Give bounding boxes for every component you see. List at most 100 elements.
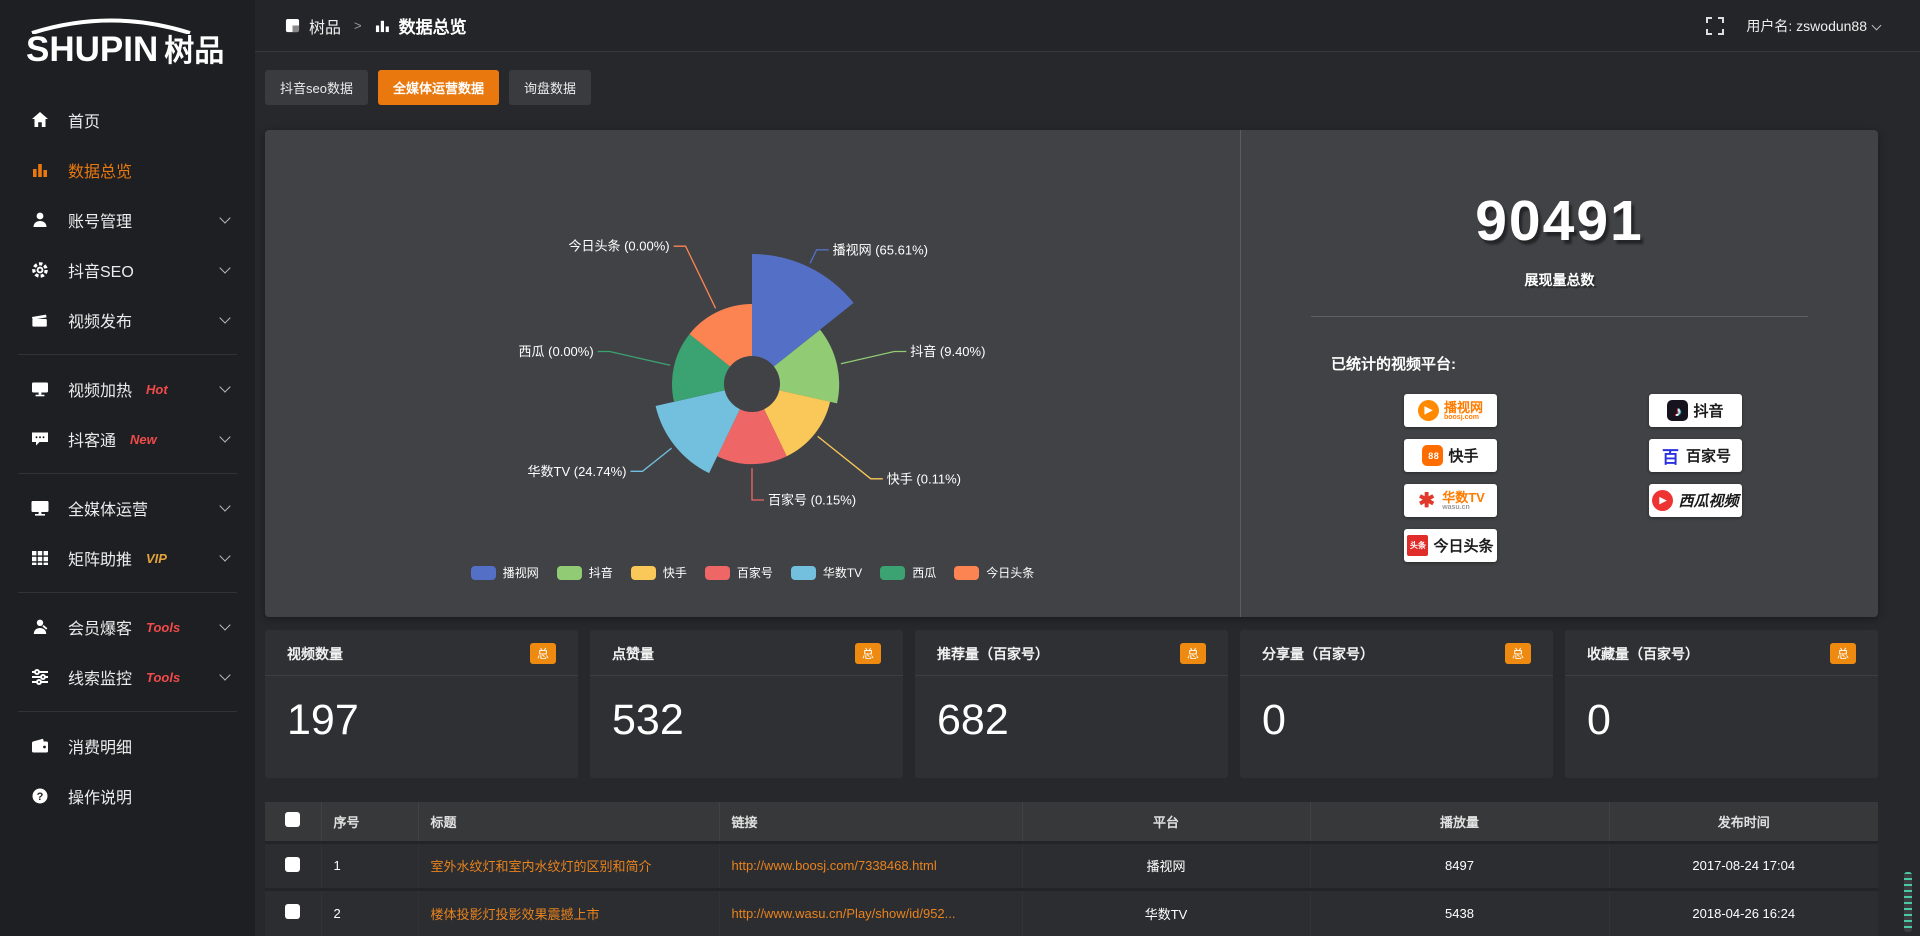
- sidebar-item-home[interactable]: 首页: [0, 95, 255, 145]
- pie-label-今日头条: 今日头条 (0.00%): [568, 239, 669, 254]
- platform-badge-toutiao: 今日头条: [1404, 529, 1497, 562]
- legend-item-华数TV[interactable]: 华数TV: [791, 564, 862, 581]
- summary-section: 90491 展现量总数 已统计的视频平台: 播视网boosj.com快手华数TV…: [1240, 130, 1878, 617]
- wallet-icon: [30, 736, 50, 756]
- select-all-checkbox[interactable]: [285, 812, 300, 827]
- logo-text-cn: 树品: [164, 37, 224, 67]
- cell-title[interactable]: 楼体投影灯投影效果震撼上市: [418, 889, 719, 936]
- platform-name: 快手: [1448, 445, 1478, 466]
- sidebar-item-account-mgmt[interactable]: 账号管理: [0, 195, 255, 245]
- total-impressions-label: 展现量总数: [1241, 270, 1878, 290]
- sidebar-item-clue-monitor[interactable]: 线索监控Tools: [0, 652, 255, 702]
- topbar: 树品 > 数据总览 用户名: zswodun88: [255, 0, 1920, 52]
- breadcrumb-home-link[interactable]: 树品: [309, 14, 341, 38]
- legend-swatch: [791, 566, 816, 580]
- label-leader-line: [818, 436, 883, 478]
- legend-item-快手[interactable]: 快手: [631, 564, 687, 581]
- sidebar-item-member-baoke[interactable]: 会员爆客Tools: [0, 602, 255, 652]
- baijiahao-logo-icon: [1660, 445, 1681, 466]
- cell-platform: 华数TV: [1022, 889, 1310, 936]
- pie-label-快手: 快手 (0.11%): [887, 471, 961, 486]
- table-row: 2 楼体投影灯投影效果震撼上市 http://www.wasu.cn/Play/…: [265, 889, 1878, 936]
- chevron-down-icon: [219, 669, 230, 680]
- platform-sub: wasu.cn: [1442, 504, 1485, 511]
- legend-item-抖音[interactable]: 抖音: [557, 564, 613, 581]
- svg-text:?: ?: [37, 791, 44, 803]
- pie-label-西瓜: 西瓜 (0.00%): [519, 344, 594, 359]
- stat-card-recommend-count: 推荐量（百家号） 总 682: [915, 630, 1228, 778]
- sidebar-item-media-ops[interactable]: 全媒体运营: [0, 483, 255, 533]
- user-menu[interactable]: 用户名: zswodun88: [1746, 16, 1880, 36]
- platform-badge-boosj: 播视网boosj.com: [1404, 394, 1497, 427]
- row-checkbox[interactable]: [285, 857, 300, 872]
- total-badge: 总: [855, 643, 881, 664]
- rose-pie-chart[interactable]: 播视网 (65.61%)抖音 (9.40%)快手 (0.11%)百家号 (0.1…: [265, 130, 1240, 617]
- pie-label-华数TV: 华数TV (24.74%): [528, 464, 627, 479]
- legend-item-播视网[interactable]: 播视网: [471, 564, 539, 581]
- pie-label-抖音: 抖音 (9.40%): [910, 344, 985, 359]
- total-impressions-value: 90491: [1241, 188, 1878, 254]
- sidebar-item-video-heat[interactable]: 视频加热Hot: [0, 364, 255, 414]
- sidebar-item-matrix-boost[interactable]: 矩阵助推VIP: [0, 533, 255, 583]
- chevron-down-icon: [219, 312, 230, 323]
- label-leader-line: [752, 468, 764, 500]
- sidebar-item-help[interactable]: ? 操作说明: [0, 771, 255, 821]
- fullscreen-icon[interactable]: [1706, 17, 1724, 35]
- platform-sub: boosj.com: [1444, 414, 1483, 421]
- tab-douyin-seo-data[interactable]: 抖音seo数据: [265, 70, 368, 105]
- cell-title[interactable]: 室外水纹灯和室内水纹灯的区别和简介: [418, 842, 719, 889]
- cell-views: 8497: [1310, 842, 1609, 889]
- col-header-title: 标题: [418, 802, 719, 842]
- gear-icon: [30, 260, 50, 280]
- boosj-logo-icon: [1418, 400, 1439, 421]
- tab-inquiry-data[interactable]: 询盘数据: [509, 70, 591, 105]
- sidebar-item-douyin-seo[interactable]: 抖音SEO: [0, 245, 255, 295]
- sidebar-item-douketong[interactable]: 抖客通New: [0, 414, 255, 464]
- sidebar-item-label: 数据总览: [68, 158, 132, 182]
- video-icon: [30, 310, 50, 330]
- sidebar-item-label: 操作说明: [68, 784, 132, 808]
- legend-label: 华数TV: [823, 564, 862, 581]
- chevron-down-icon: [1872, 21, 1882, 31]
- total-badge: 总: [1830, 643, 1856, 664]
- legend-item-今日头条[interactable]: 今日头条: [954, 564, 1034, 581]
- col-header-idx: 序号: [321, 802, 418, 842]
- pie-slice-华数TV[interactable]: [656, 390, 740, 473]
- stat-card-value: 682: [915, 676, 1228, 745]
- tab-media-ops-data[interactable]: 全媒体运营数据: [378, 70, 499, 105]
- platform-badge-column: 播视网boosj.com快手华数TVwasu.cn今日头条: [1404, 394, 1497, 562]
- legend-label: 抖音: [589, 564, 613, 581]
- sidebar-item-label: 视频加热: [68, 377, 132, 401]
- legend-label: 快手: [663, 564, 687, 581]
- stat-card-value: 0: [1565, 676, 1878, 745]
- stat-card-label: 收藏量（百家号）: [1587, 644, 1699, 664]
- legend-item-西瓜[interactable]: 西瓜: [880, 564, 936, 581]
- person-icon: [30, 617, 50, 637]
- platform-name: 西瓜视频: [1678, 490, 1738, 511]
- row-checkbox[interactable]: [285, 904, 300, 919]
- col-header-views: 播放量: [1310, 802, 1609, 842]
- sidebar-item-consume-detail[interactable]: 消费明细: [0, 721, 255, 771]
- app-logo[interactable]: SHUPIN 树品: [0, 10, 255, 81]
- platforms-title: 已统计的视频平台:: [1331, 353, 1878, 374]
- cell-link[interactable]: http://www.wasu.cn/Play/show/id/952...: [719, 889, 1022, 936]
- sidebar-item-video-publish[interactable]: 视频发布: [0, 295, 255, 345]
- help-icon: ?: [30, 786, 50, 806]
- legend-item-百家号[interactable]: 百家号: [705, 564, 773, 581]
- nav-divider: [18, 354, 237, 355]
- col-header-time: 发布时间: [1609, 802, 1878, 842]
- username-label: 用户名: zswodun88: [1746, 16, 1867, 36]
- cell-views: 5438: [1310, 889, 1609, 936]
- table-row: 1 室外水纹灯和室内水纹灯的区别和简介 http://www.boosj.com…: [265, 842, 1878, 889]
- stat-card-favorite-count: 收藏量（百家号） 总 0: [1565, 630, 1878, 778]
- chevron-down-icon: [219, 431, 230, 442]
- sidebar-item-badge: VIP: [146, 551, 167, 566]
- legend-swatch: [557, 566, 582, 580]
- breadcrumb-current: 数据总览: [399, 13, 467, 38]
- sliders-icon: [30, 667, 50, 687]
- cell-link[interactable]: http://www.boosj.com/7338468.html: [719, 842, 1022, 889]
- vertical-scrollbar[interactable]: [1904, 872, 1912, 932]
- monitor-icon: [30, 379, 50, 399]
- platform-name: 百家号: [1686, 445, 1731, 466]
- sidebar-item-data-overview[interactable]: 数据总览: [0, 145, 255, 195]
